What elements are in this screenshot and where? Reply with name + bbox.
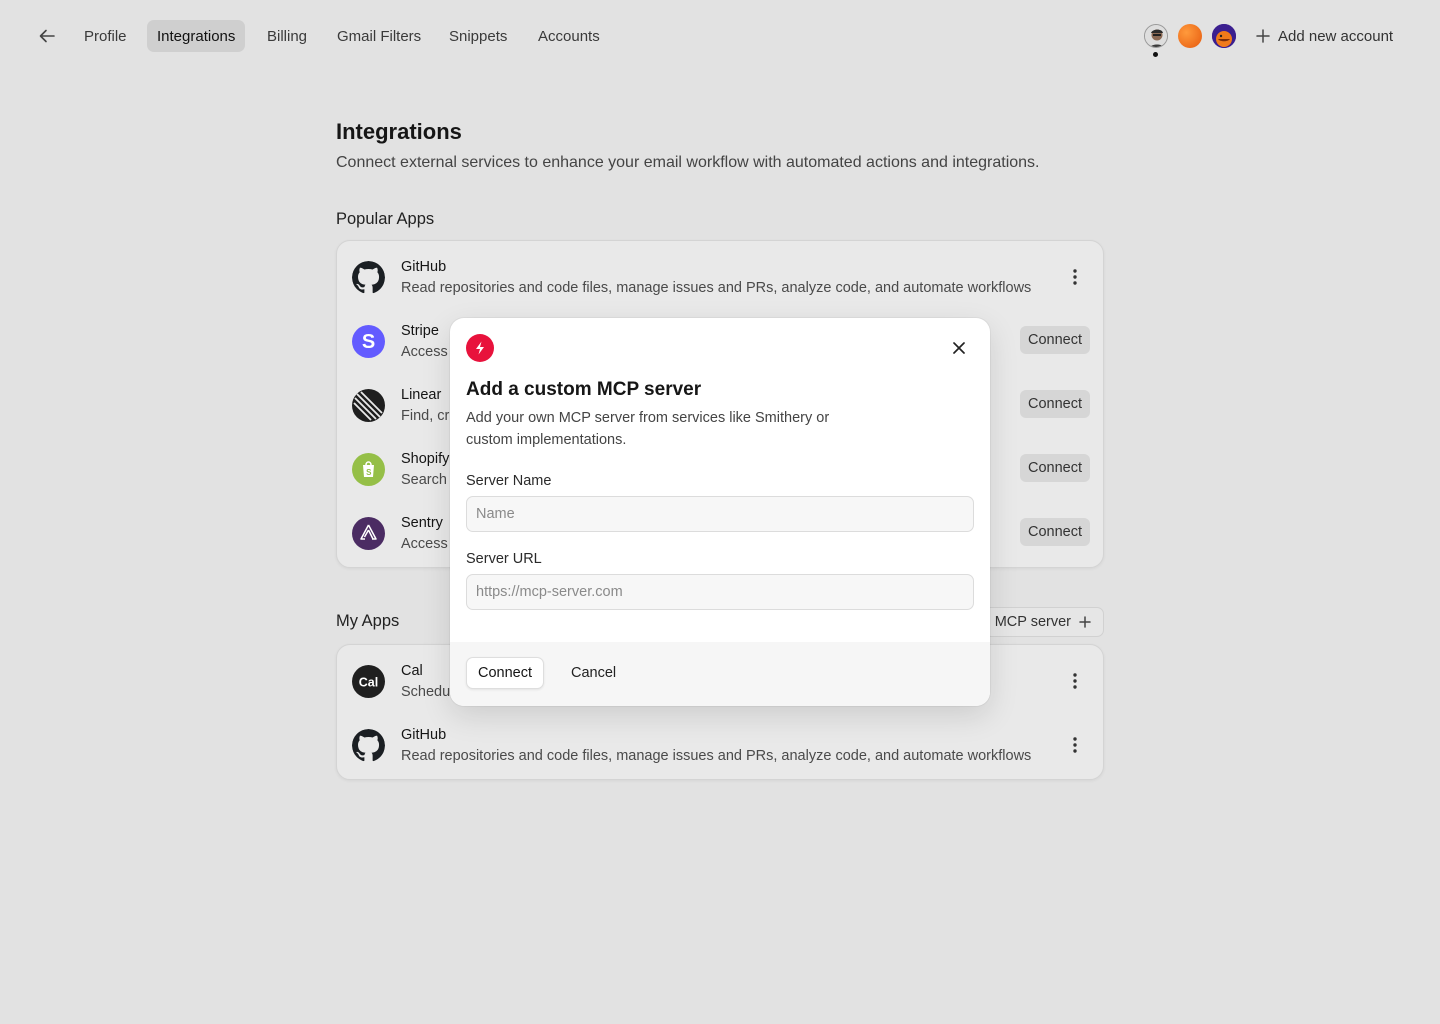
tab-integrations[interactable]: Integrations bbox=[147, 20, 246, 52]
server-name-label: Server Name bbox=[466, 473, 552, 489]
connect-button[interactable]: Connect bbox=[1019, 518, 1090, 546]
app-name: Sentry bbox=[401, 515, 443, 531]
tab-billing[interactable]: Billing bbox=[257, 20, 317, 52]
more-options-button[interactable] bbox=[1063, 265, 1087, 289]
avatar-character-icon bbox=[1212, 24, 1236, 48]
server-url-input[interactable] bbox=[466, 574, 974, 610]
tab-accounts[interactable]: Accounts bbox=[528, 20, 610, 52]
tab-gmail-filters[interactable]: Gmail Filters bbox=[327, 20, 431, 52]
sentry-icon bbox=[352, 517, 385, 550]
github-icon bbox=[352, 729, 385, 762]
connect-button[interactable]: Connect bbox=[1019, 454, 1090, 482]
mcp-logo-icon bbox=[466, 334, 494, 362]
app-description: Schedu bbox=[401, 684, 451, 700]
list-item: GitHub Read repositories and code files,… bbox=[337, 711, 1105, 775]
add-new-account-label: Add new account bbox=[1278, 27, 1394, 45]
app-name: GitHub bbox=[401, 727, 447, 743]
app-description: Read repositories and code files, manage… bbox=[401, 748, 1032, 764]
plus-icon bbox=[1079, 616, 1091, 628]
back-button[interactable] bbox=[34, 24, 60, 48]
arrow-left-icon bbox=[39, 29, 55, 43]
dialog-footer: Connect Cancel bbox=[450, 642, 990, 706]
vertical-dots-icon bbox=[1073, 673, 1077, 689]
app-description: Find, cr bbox=[401, 408, 450, 424]
close-icon bbox=[953, 342, 965, 354]
add-new-account-button[interactable]: Add new account bbox=[1256, 24, 1393, 48]
server-name-input[interactable] bbox=[466, 496, 974, 532]
shopify-icon: S bbox=[352, 453, 385, 486]
account-avatar-3[interactable] bbox=[1212, 24, 1236, 48]
stripe-icon: S bbox=[352, 325, 385, 358]
top-navigation: Profile Integrations Billing Gmail Filte… bbox=[0, 0, 1440, 72]
app-name: Linear bbox=[401, 387, 442, 403]
app-name: Cal bbox=[401, 663, 423, 679]
dialog-description: Add your own MCP server from services li… bbox=[466, 410, 830, 448]
list-item: GitHub Read repositories and code files,… bbox=[337, 243, 1105, 307]
dialog-title: Add a custom MCP server bbox=[466, 379, 702, 400]
app-name: GitHub bbox=[401, 259, 447, 275]
tab-snippets[interactable]: Snippets bbox=[439, 20, 517, 52]
add-mcp-server-label: MCP server bbox=[994, 614, 1071, 630]
add-mcp-server-button[interactable]: MCP server bbox=[983, 607, 1104, 637]
svg-text:S: S bbox=[366, 468, 372, 477]
account-avatar-1[interactable] bbox=[1144, 24, 1168, 48]
tab-profile[interactable]: Profile bbox=[74, 20, 137, 52]
page-subtitle: Connect external services to enhance you… bbox=[336, 154, 1040, 171]
cancel-button[interactable]: Cancel bbox=[562, 657, 625, 689]
more-options-button[interactable] bbox=[1063, 669, 1087, 693]
close-button[interactable] bbox=[948, 337, 970, 359]
account-avatar-2[interactable] bbox=[1178, 24, 1202, 48]
vertical-dots-icon bbox=[1073, 269, 1077, 285]
connect-button[interactable]: Connect bbox=[1019, 326, 1090, 354]
add-mcp-server-dialog: Add a custom MCP server Add your own MCP… bbox=[450, 318, 990, 706]
app-description: Access bbox=[401, 344, 448, 360]
connect-button[interactable]: Connect bbox=[1019, 390, 1090, 418]
active-account-indicator bbox=[1153, 52, 1158, 57]
plus-icon bbox=[1256, 29, 1270, 43]
integrations-page: Integrations Connect external services t… bbox=[336, 116, 1104, 780]
my-apps-heading: My Apps bbox=[336, 612, 400, 630]
app-name: Shopify bbox=[401, 451, 450, 467]
app-description: Access bbox=[401, 536, 448, 552]
avatar-photo-icon bbox=[1145, 25, 1167, 47]
server-url-label: Server URL bbox=[466, 551, 542, 567]
app-description: Search bbox=[401, 472, 447, 488]
svg-text:S: S bbox=[362, 331, 375, 353]
cal-icon: Cal bbox=[352, 665, 385, 698]
page-title: Integrations bbox=[336, 119, 462, 144]
more-options-button[interactable] bbox=[1063, 733, 1087, 757]
svg-text:Cal: Cal bbox=[359, 676, 378, 690]
app-name: Stripe bbox=[401, 323, 439, 339]
popular-apps-heading: Popular Apps bbox=[336, 210, 435, 228]
vertical-dots-icon bbox=[1073, 737, 1077, 753]
linear-icon bbox=[352, 389, 385, 422]
app-description: Read repositories and code files, manage… bbox=[401, 280, 1032, 296]
connect-button[interactable]: Connect bbox=[466, 657, 545, 689]
github-icon bbox=[352, 261, 385, 294]
